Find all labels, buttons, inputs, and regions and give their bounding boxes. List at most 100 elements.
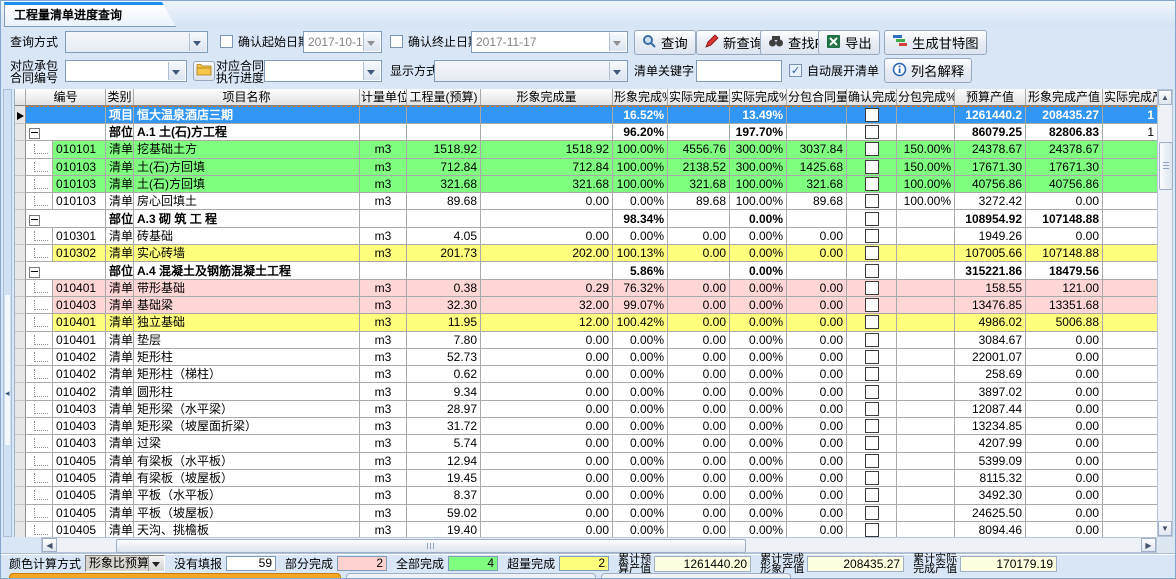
cell-unit[interactable]: m3 [360, 418, 407, 435]
cell-av[interactable] [1103, 176, 1158, 193]
cell-code[interactable]: 010405 [52, 522, 106, 537]
cell-cat[interactable]: 清单 [106, 228, 134, 245]
tree-cell[interactable] [26, 314, 52, 331]
cell-bv[interactable]: 3084.67 [955, 332, 1026, 349]
cell-pq[interactable]: 0.00 [481, 522, 613, 537]
cell-cat[interactable]: 清单 [106, 314, 134, 331]
table-row[interactable]: 010405清单有梁板（水平板）m312.940.000.00%0.000.00… [15, 453, 1158, 470]
table-row[interactable]: 010301清单砖基础m34.050.000.00%0.000.00%0.001… [15, 228, 1158, 245]
cell-aq[interactable]: 0.00 [668, 332, 730, 349]
cell-pp[interactable]: 0.00% [613, 435, 668, 452]
cell-ap[interactable]: 197.70% [730, 124, 787, 141]
confirm-checkbox[interactable] [865, 402, 879, 416]
cell-aq[interactable] [668, 210, 730, 227]
cell-aq[interactable]: 0.00 [668, 522, 730, 537]
cell-ap[interactable]: 13.49% [730, 106, 787, 124]
cell-sq[interactable]: 0.00 [787, 228, 847, 245]
cell-cat[interactable]: 清单 [106, 245, 134, 262]
confirm-checkbox[interactable] [865, 229, 879, 243]
cell-sq[interactable]: 0.00 [787, 435, 847, 452]
cell-ap[interactable]: 0.00% [730, 435, 787, 452]
cell-code[interactable] [52, 210, 106, 227]
cell-cf[interactable] [847, 453, 897, 470]
confirm-checkbox[interactable] [865, 246, 879, 260]
cell-bv[interactable]: 8094.46 [955, 522, 1026, 537]
tree-cell[interactable] [26, 522, 52, 537]
cell-pq[interactable]: 0.00 [481, 228, 613, 245]
end-date-select[interactable]: 2017-11-17 [471, 31, 628, 53]
tree-cell[interactable] [26, 210, 52, 227]
cell-pv[interactable]: 0.00 [1026, 332, 1103, 349]
scroll-up-icon[interactable]: ▲ [1158, 90, 1172, 105]
table-row[interactable]: 部位A.3 砌 筑 工 程98.34%0.00%108954.92107148.… [15, 210, 1158, 227]
cell-cat[interactable]: 清单 [106, 159, 134, 176]
cell-pv[interactable]: 5006.88 [1026, 314, 1103, 331]
cell-pp[interactable]: 0.00% [613, 522, 668, 537]
chevron-down-icon[interactable] [189, 33, 206, 51]
color-mode-select[interactable]: 形象比预算 [85, 555, 165, 572]
cell-name[interactable]: 垫层 [134, 332, 360, 349]
confirm-checkbox[interactable] [865, 367, 879, 381]
cell-sq[interactable]: 0.00 [787, 470, 847, 487]
cell-bv[interactable]: 12087.44 [955, 401, 1026, 418]
cell-pv[interactable]: 0.00 [1026, 522, 1103, 537]
cell-sp[interactable] [897, 262, 955, 279]
cell-unit[interactable] [360, 124, 407, 141]
cell-code[interactable]: 010403 [52, 297, 106, 314]
cell-pp[interactable]: 100.00% [613, 141, 668, 158]
tree-cell[interactable] [26, 418, 52, 435]
cell-cat[interactable]: 清单 [106, 349, 134, 366]
cell-pq[interactable]: 0.00 [481, 418, 613, 435]
cell-pq[interactable]: 0.00 [481, 435, 613, 452]
cell-unit[interactable]: m3 [360, 141, 407, 158]
table-row[interactable]: 010403清单基础梁m332.3032.0099.07%0.000.00%0.… [15, 297, 1158, 314]
cell-code[interactable]: 010403 [52, 401, 106, 418]
cell-pv[interactable]: 0.00 [1026, 487, 1103, 504]
tree-cell[interactable] [26, 262, 52, 279]
cell-pq[interactable]: 0.00 [481, 193, 613, 210]
query-button[interactable]: 查询 [634, 30, 696, 55]
cell-sp[interactable] [897, 487, 955, 504]
cell-code[interactable]: 010103 [52, 159, 106, 176]
cell-av[interactable] [1103, 297, 1158, 314]
cell-av[interactable] [1103, 383, 1158, 400]
cell-unit[interactable]: m3 [360, 193, 407, 210]
contract-progress-select[interactable] [264, 60, 382, 82]
cell-pp[interactable]: 0.00% [613, 383, 668, 400]
tree-cell[interactable] [26, 332, 52, 349]
chevron-down-icon[interactable] [168, 62, 185, 80]
cell-pq[interactable]: 0.00 [481, 383, 613, 400]
cell-bv[interactable]: 315221.86 [955, 262, 1026, 279]
cell-ap[interactable]: 0.00% [730, 470, 787, 487]
row-indicator[interactable] [15, 159, 26, 176]
cell-cat[interactable]: 清单 [106, 505, 134, 522]
column-header[interactable]: 项目名称 [134, 89, 360, 106]
expander-minus-icon[interactable] [29, 267, 40, 278]
cell-sq[interactable]: 0.00 [787, 522, 847, 537]
cell-av[interactable] [1103, 522, 1158, 537]
cell-pq[interactable]: 712.84 [481, 159, 613, 176]
cell-aq[interactable] [668, 106, 730, 124]
cell-cf[interactable] [847, 470, 897, 487]
query-mode-select[interactable] [65, 31, 208, 53]
cell-pv[interactable]: 82806.83 [1026, 124, 1103, 141]
cell-qty[interactable]: 4.05 [407, 228, 481, 245]
cell-ap[interactable]: 100.00% [730, 176, 787, 193]
cell-cat[interactable]: 清单 [106, 366, 134, 383]
table-row[interactable]: 010405清单平板（水平板）m38.370.000.00%0.000.00%0… [15, 487, 1158, 504]
cell-unit[interactable]: m3 [360, 297, 407, 314]
cell-sq[interactable]: 0.00 [787, 366, 847, 383]
cell-sp[interactable]: 100.00% [897, 193, 955, 210]
cell-name[interactable]: 带形基础 [134, 280, 360, 297]
column-help-button[interactable]: 列名解释 [884, 58, 972, 83]
cell-cat[interactable]: 部位 [106, 262, 134, 279]
cell-cat[interactable]: 部位 [106, 210, 134, 227]
cell-ap[interactable]: 0.00% [730, 280, 787, 297]
cell-aq[interactable]: 0.00 [668, 470, 730, 487]
cell-sq[interactable] [787, 210, 847, 227]
cell-unit[interactable]: m3 [360, 435, 407, 452]
column-header[interactable]: 工程量(预算) [407, 89, 481, 106]
generate-gantt-button[interactable]: 生成甘特图 [884, 30, 987, 55]
left-splitter[interactable]: ◂ [3, 89, 12, 537]
display-mode-select[interactable] [434, 60, 628, 82]
